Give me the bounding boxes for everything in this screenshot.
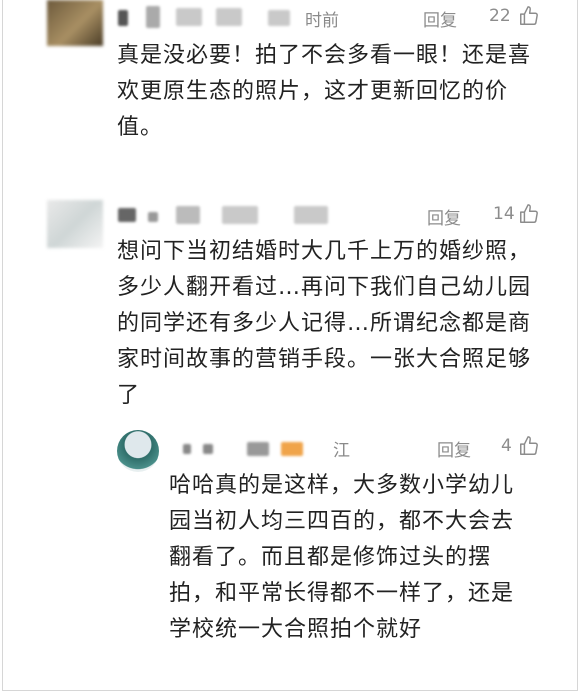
avatar[interactable] [117, 430, 159, 472]
user-name-redacted[interactable] [118, 204, 378, 226]
reply-button[interactable]: 回复 [427, 204, 461, 229]
comment-2: 回复 14 想问下当初结婚时大几千上万的婚纱照，多少人翻开看过…再问下我们自己幼… [3, 192, 577, 422]
comment-text: 想问下当初结婚时大几千上万的婚纱照，多少人翻开看过…再问下我们自己幼儿园的同学还… [117, 239, 532, 408]
thumbs-up-icon[interactable] [518, 435, 540, 457]
comment-text: 真是没必要！拍了不会多看一眼！还是喜欢更原生态的照片，这才更新回忆的价值。 [117, 43, 532, 140]
comment-thread: 时前 回复 22 真是没必要！拍了不会多看一眼！还是喜欢更原生态的照片，这才更新… [2, 0, 578, 691]
thumbs-up-icon[interactable] [518, 203, 540, 225]
user-name-suffix: 江 [333, 441, 350, 461]
reply-button[interactable]: 回复 [423, 6, 457, 31]
like-count: 22 [489, 6, 511, 26]
like-count: 14 [493, 204, 515, 224]
comment-time: 时前 [305, 11, 339, 31]
comment-3-reply: 江 回复 4 哈哈真的是这样，大多数小学幼儿园当初人均三四百的，都不大会去翻看了… [3, 420, 577, 690]
avatar[interactable] [47, 200, 103, 248]
comment-text: 哈哈真的是这样，大多数小学幼儿园当初人均三四百的，都不大会去翻看了。而且都是修饰… [169, 473, 515, 642]
comment-1: 时前 回复 22 真是没必要！拍了不会多看一眼！还是喜欢更原生态的照片，这才更新… [3, 0, 577, 190]
like-count: 4 [501, 436, 512, 456]
avatar[interactable] [47, 0, 103, 46]
thumbs-up-icon[interactable] [518, 5, 540, 27]
user-name-redacted[interactable] [183, 438, 343, 460]
reply-button[interactable]: 回复 [437, 436, 471, 461]
